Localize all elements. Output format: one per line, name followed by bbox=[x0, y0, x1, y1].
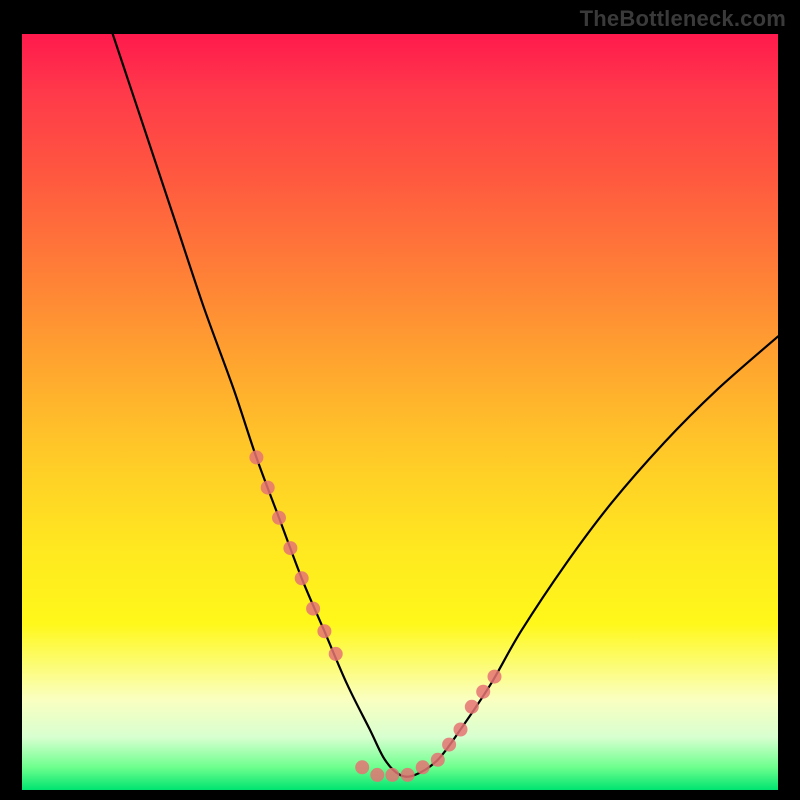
attribution-text: TheBottleneck.com bbox=[580, 6, 786, 32]
chart-background-gradient bbox=[22, 34, 778, 790]
chart-frame bbox=[20, 32, 780, 792]
